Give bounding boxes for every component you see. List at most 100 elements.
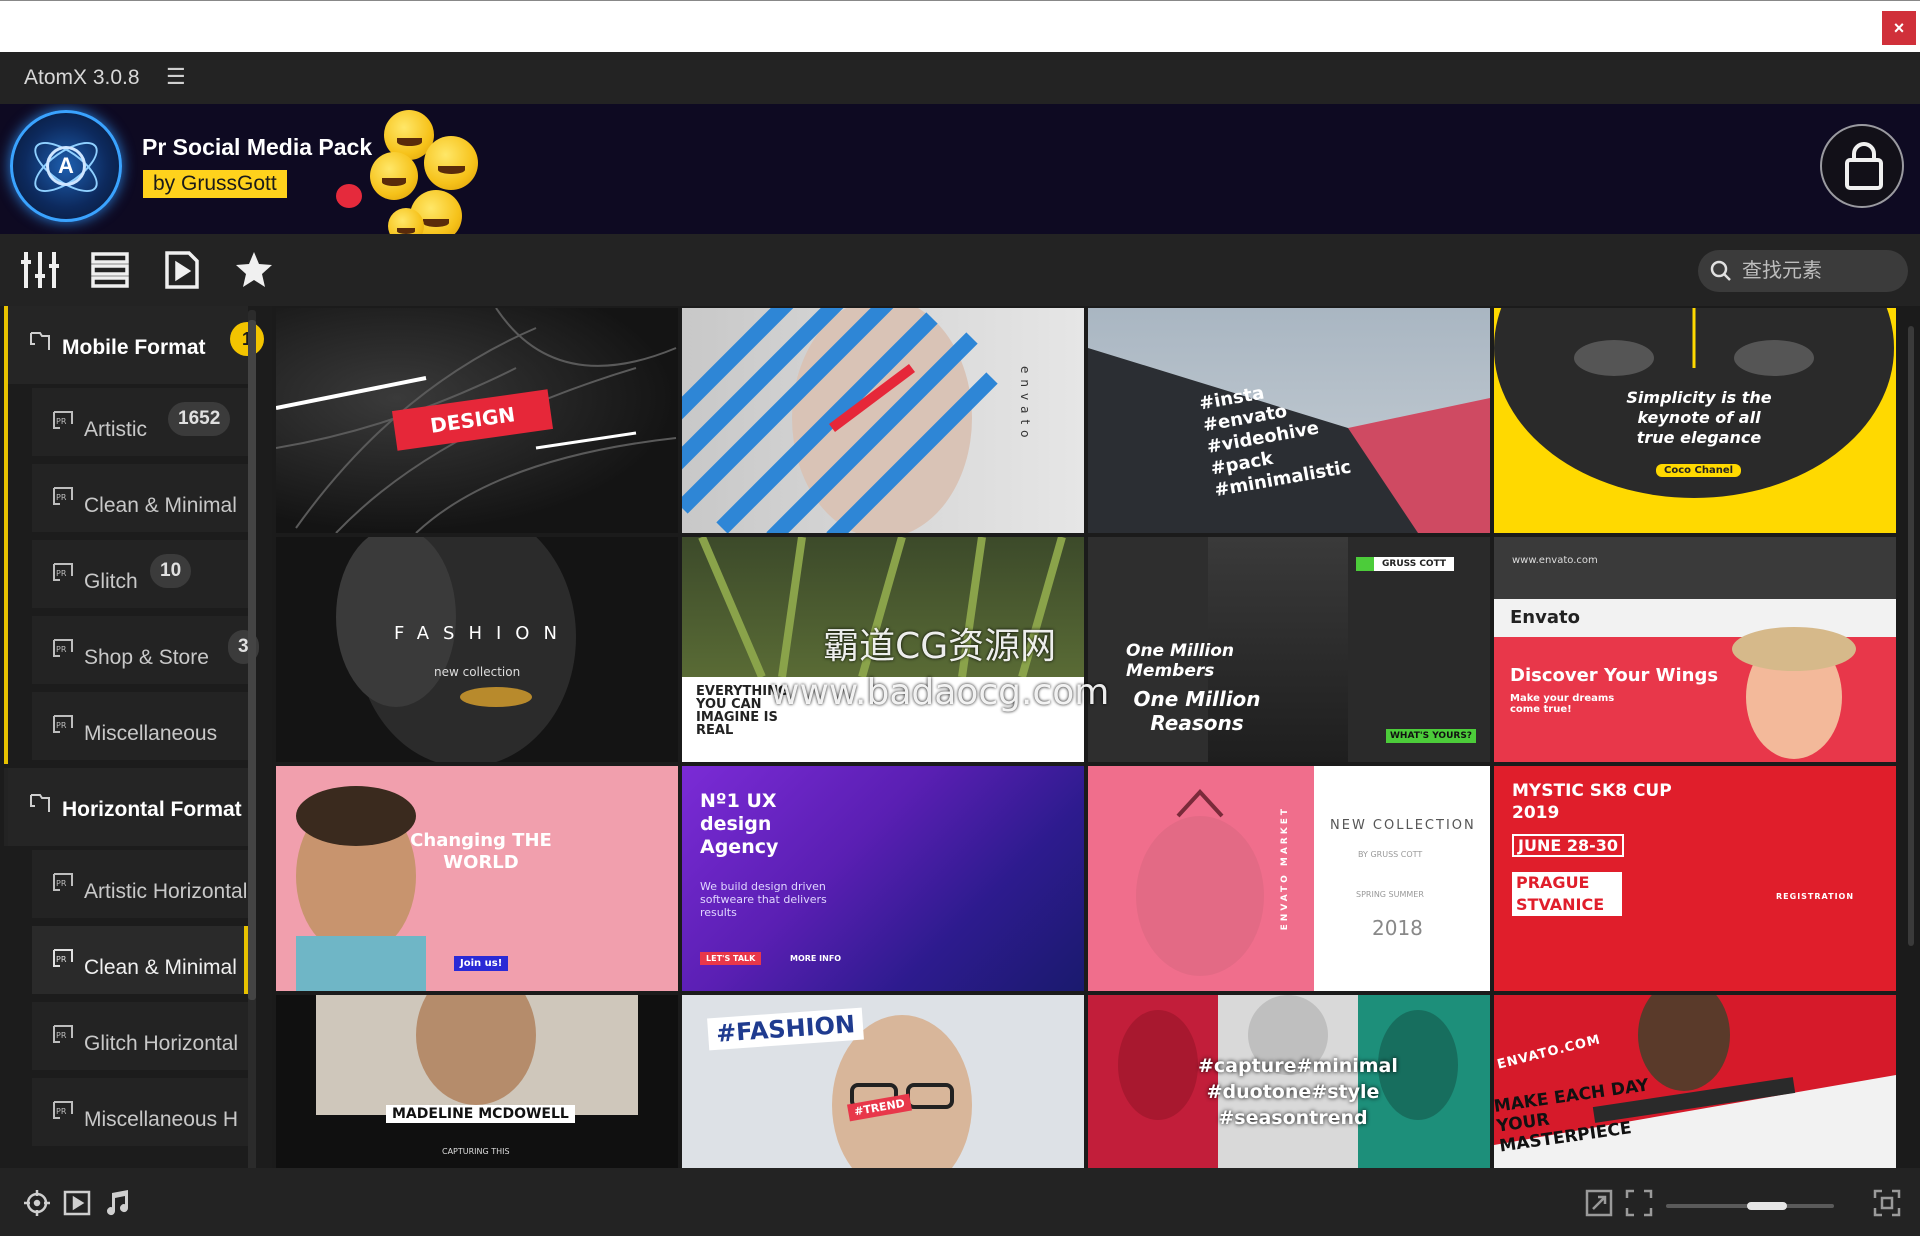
app-title: AtomX 3.0.8 bbox=[24, 66, 140, 89]
watermark-line-1: 霸道CG资源网 bbox=[823, 626, 1057, 667]
os-titlebar: × bbox=[0, 0, 1920, 52]
group-label: Horizontal Format bbox=[62, 798, 242, 821]
premiere-file-icon: PR bbox=[53, 563, 73, 581]
template-thumbnail[interactable]: Simplicity is the keynote of all true el… bbox=[1494, 308, 1896, 533]
thumb-title: One Million Members bbox=[1126, 641, 1235, 681]
template-thumbnail[interactable]: Nº1 UX design Agency We build design dri… bbox=[682, 766, 1084, 991]
folder-icon bbox=[30, 794, 50, 812]
thumb-button-1: LET'S TALK bbox=[700, 952, 762, 965]
thumb-title: MADELINE MCDOWELL bbox=[386, 1105, 575, 1123]
svg-text:PR: PR bbox=[56, 569, 67, 578]
group-mobile-format[interactable]: Mobile Format 1 bbox=[4, 306, 264, 384]
grid-scrollbar[interactable] bbox=[1906, 306, 1916, 1168]
folder-icon bbox=[30, 332, 50, 350]
main-toolbar: 查找元素 bbox=[0, 234, 1920, 306]
template-thumbnail[interactable]: MYSTIC SK8 CUP 2019 JUNE 28-30 PRAGUE ST… bbox=[1494, 766, 1896, 991]
window-close-button[interactable]: × bbox=[1882, 11, 1916, 45]
list-view-icon[interactable] bbox=[90, 250, 130, 290]
search-input[interactable]: 查找元素 bbox=[1698, 250, 1908, 292]
sidebar-item-label: Clean & Minimal bbox=[84, 956, 237, 979]
sidebar-item-glitch[interactable]: PR Glitch 10 bbox=[4, 536, 248, 612]
thumb-subtitle: CAPTURING THIS bbox=[442, 1147, 510, 1156]
template-thumbnail[interactable]: DESIGN bbox=[276, 308, 678, 533]
zoom-slider[interactable] bbox=[1666, 1202, 1834, 1210]
sidebar-item-shop-store[interactable]: PR Shop & Store 3 bbox=[4, 612, 259, 688]
thumb-subtitle: SPRING SUMMER bbox=[1356, 890, 1424, 899]
sidebar-item-artistic[interactable]: PR Artistic 1652 bbox=[4, 384, 248, 460]
svg-text:PR: PR bbox=[56, 955, 67, 964]
template-thumbnail[interactable]: #FASHION #TREND bbox=[682, 995, 1084, 1168]
sidebar-item-label: Glitch bbox=[84, 570, 138, 593]
template-thumbnail[interactable]: ENVATO.COM MAKE EACH DAY YOUR MASTERPIEC… bbox=[1494, 995, 1896, 1168]
sidebar-item-artistic-horizontal[interactable]: PR Artistic Horizontal bbox=[4, 846, 248, 922]
thumb-title: #capture#minimal #duotone#style #seasont… bbox=[1198, 1055, 1398, 1129]
template-thumbnail[interactable]: MADELINE MCDOWELL CAPTURING THIS bbox=[276, 995, 678, 1168]
watermark: 霸道CG资源网 www.badaocg.com bbox=[770, 624, 1109, 716]
thumb-author: BY GRUSS COTT bbox=[1358, 850, 1423, 859]
template-thumbnail[interactable]: Changing THE WORLD Join us! bbox=[276, 766, 678, 991]
template-thumbnail[interactable]: ENVATO MARKET NEW COLLECTION BY GRUSS CO… bbox=[1088, 766, 1490, 991]
thumb-title: FASHION bbox=[394, 623, 571, 644]
thumb-button-2: MORE INFO bbox=[790, 954, 842, 963]
thumb-small: Make your dreams come true! bbox=[1510, 693, 1615, 715]
play-file-icon[interactable] bbox=[162, 250, 202, 290]
play-icon[interactable] bbox=[62, 1188, 92, 1218]
atomx-logo[interactable]: A bbox=[10, 110, 122, 222]
sidebar-item-miscellaneous-horizontal[interactable]: PR Miscellaneous H bbox=[4, 1074, 248, 1150]
template-thumbnail[interactable]: envato bbox=[682, 308, 1084, 533]
thumb-reg: REGISTRATION bbox=[1776, 892, 1855, 901]
svg-text:PR: PR bbox=[56, 721, 67, 730]
watermark-line-2: www.badaocg.com bbox=[770, 672, 1110, 713]
sidebar-item-label: Miscellaneous bbox=[84, 722, 218, 745]
thumb-title: Nº1 UX design Agency bbox=[700, 790, 779, 858]
template-grid: DESIGN envato #insta #envato #videohive … bbox=[276, 308, 1898, 1168]
fit-icon[interactable] bbox=[1584, 1188, 1614, 1218]
heart-icon bbox=[336, 184, 362, 208]
sidebar-item-label: Artistic bbox=[84, 418, 147, 441]
premiere-file-icon: PR bbox=[53, 411, 73, 429]
thumb-badge: GRUSS COTT bbox=[1356, 557, 1455, 571]
premiere-file-icon: PR bbox=[53, 873, 73, 891]
template-thumbnail[interactable]: www.envato.com Envato Discover Your Wing… bbox=[1494, 537, 1896, 762]
bottom-bar bbox=[0, 1168, 1920, 1236]
sidebar-item-glitch-horizontal[interactable]: PR Glitch Horizontal bbox=[4, 998, 248, 1074]
svg-text:PR: PR bbox=[56, 493, 67, 502]
template-thumbnail[interactable]: FASHION new collection bbox=[276, 537, 678, 762]
thumb-title: MYSTIC SK8 CUP 2019 bbox=[1512, 781, 1672, 823]
search-icon bbox=[1710, 260, 1731, 281]
sidebar-item-clean-minimal-horizontal[interactable]: PR Clean & Minimal bbox=[4, 922, 248, 998]
item-count-badge: 10 bbox=[150, 554, 192, 588]
thumb-side: ENVATO MARKET bbox=[1280, 806, 1290, 931]
sidebar-item-label: Miscellaneous H bbox=[84, 1108, 239, 1131]
music-icon[interactable] bbox=[102, 1188, 132, 1218]
item-count-badge: 1652 bbox=[168, 402, 231, 436]
fullscreen-icon[interactable] bbox=[1624, 1188, 1654, 1218]
pack-title: Pr Social Media Pack bbox=[142, 134, 373, 160]
expand-icon[interactable] bbox=[1872, 1188, 1902, 1218]
shopping-bag-icon[interactable] bbox=[1820, 124, 1904, 208]
hamburger-menu-icon[interactable]: ☰ bbox=[166, 64, 186, 90]
app-titlebar: AtomX 3.0.8 ☰ bbox=[0, 52, 1920, 104]
emoji-decoration bbox=[370, 152, 418, 200]
thumb-title: envato bbox=[1018, 366, 1032, 444]
svg-text:PR: PR bbox=[56, 879, 67, 888]
sidebar-item-clean-minimal[interactable]: PR Clean & Minimal bbox=[4, 460, 248, 536]
pack-author-label: by GrussGott bbox=[143, 170, 287, 198]
template-thumbnail[interactable]: GRUSS COTT One Million Members One Milli… bbox=[1088, 537, 1490, 762]
template-thumbnail[interactable]: #insta #envato #videohive #pack #minimal… bbox=[1088, 308, 1490, 533]
star-icon[interactable] bbox=[234, 250, 274, 290]
group-horizontal-format[interactable]: Horizontal Format bbox=[4, 768, 248, 846]
zoom-slider-knob[interactable] bbox=[1746, 1202, 1787, 1210]
sidebar-item-label: Artistic Horizontal bbox=[84, 880, 248, 903]
thumb-title: Simplicity is the keynote of all true el… bbox=[1626, 388, 1772, 447]
group-count-badge: 1 bbox=[230, 322, 264, 356]
sidebar-scrollbar[interactable] bbox=[248, 310, 256, 1168]
thumb-place: PRAGUE STVANICE bbox=[1512, 872, 1622, 916]
svg-text:PR: PR bbox=[56, 1107, 67, 1116]
template-thumbnail[interactable]: #capture#minimal #duotone#style #seasont… bbox=[1088, 995, 1490, 1168]
thumb-subtitle: One Million Reasons bbox=[1133, 687, 1261, 735]
thumb-title: Envato bbox=[1510, 607, 1580, 628]
sidebar-item-miscellaneous[interactable]: PR Miscellaneous bbox=[4, 688, 248, 764]
target-icon[interactable] bbox=[22, 1188, 52, 1218]
mixer-icon[interactable] bbox=[20, 250, 60, 290]
